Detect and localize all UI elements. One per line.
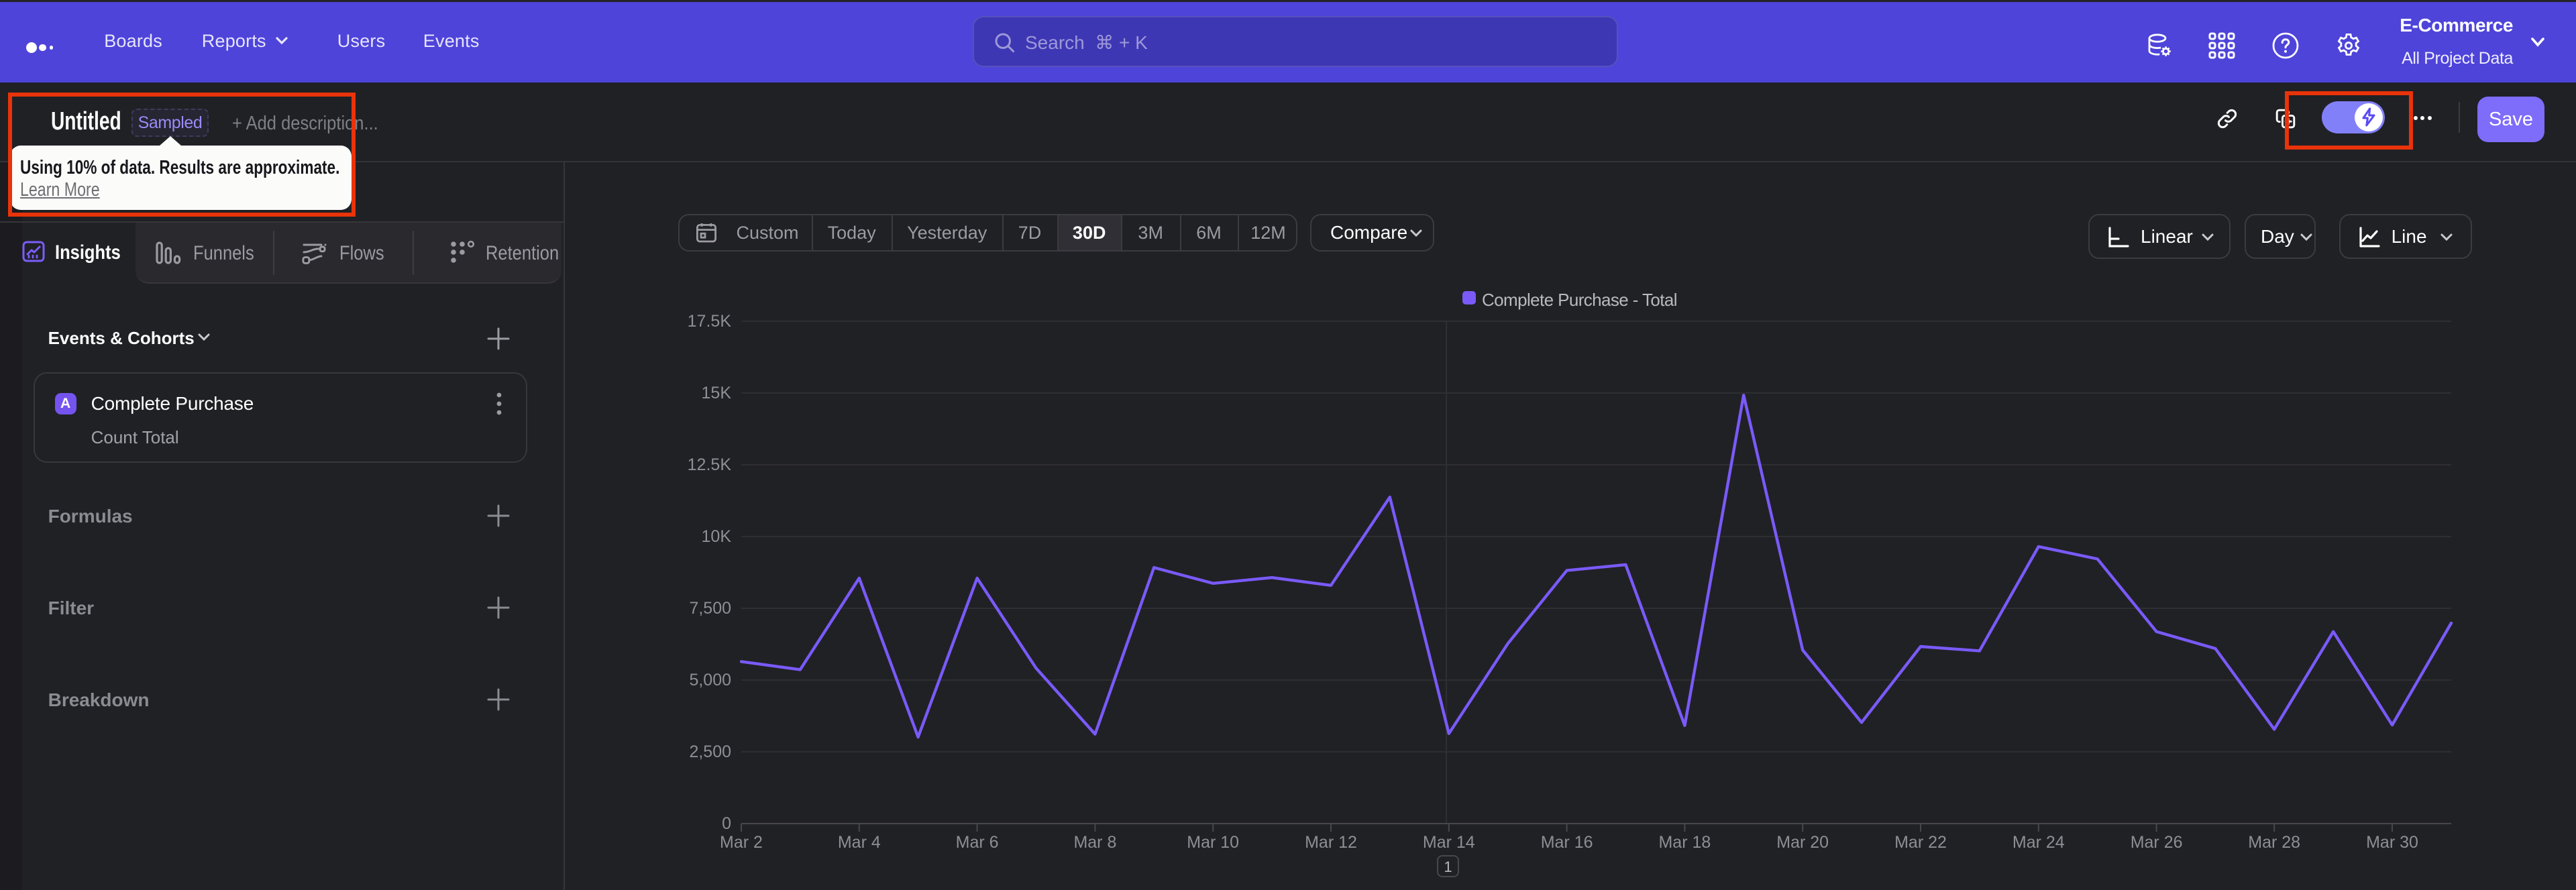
- svg-text:Mar 12: Mar 12: [1305, 833, 1357, 852]
- svg-text:Mar 26: Mar 26: [2131, 833, 2183, 852]
- svg-text:0: 0: [722, 814, 731, 833]
- svg-text:Mar 20: Mar 20: [1776, 833, 1829, 852]
- svg-text:17.5K: 17.5K: [688, 312, 732, 331]
- svg-text:Mar 30: Mar 30: [2366, 833, 2418, 852]
- svg-text:7,500: 7,500: [689, 599, 731, 618]
- svg-text:Mar 18: Mar 18: [1658, 833, 1711, 852]
- svg-text:Mar 16: Mar 16: [1541, 833, 1593, 852]
- svg-text:2,500: 2,500: [689, 742, 731, 761]
- svg-text:10K: 10K: [702, 527, 732, 546]
- svg-text:12.5K: 12.5K: [688, 455, 732, 474]
- svg-text:5,000: 5,000: [689, 671, 731, 689]
- svg-text:Mar 14: Mar 14: [1423, 833, 1475, 852]
- svg-text:Mar 22: Mar 22: [1894, 833, 1947, 852]
- svg-text:Mar 6: Mar 6: [956, 833, 999, 852]
- svg-text:Mar 28: Mar 28: [2248, 833, 2300, 852]
- svg-text:Mar 10: Mar 10: [1187, 833, 1239, 852]
- svg-text:Mar 24: Mar 24: [2012, 833, 2065, 852]
- svg-text:Mar 2: Mar 2: [720, 833, 763, 852]
- svg-text:15K: 15K: [702, 384, 732, 402]
- svg-text:Mar 4: Mar 4: [838, 833, 881, 852]
- svg-text:Mar 8: Mar 8: [1073, 833, 1116, 852]
